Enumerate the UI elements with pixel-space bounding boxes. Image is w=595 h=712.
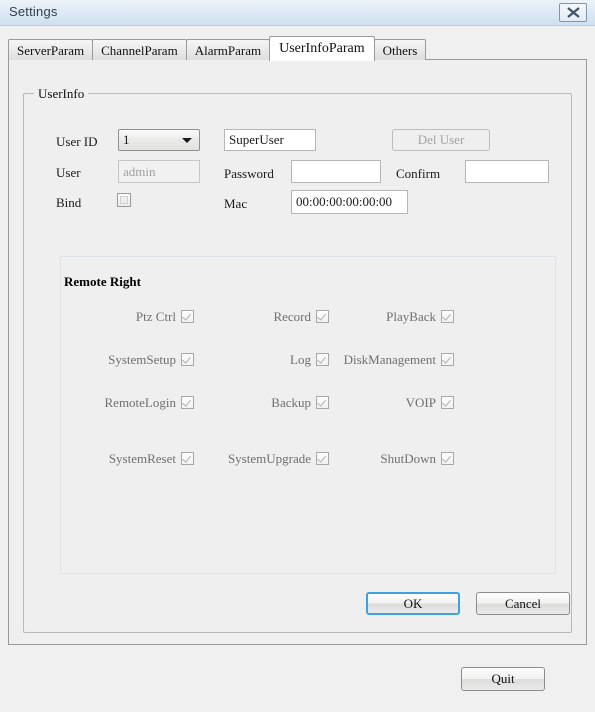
right-shutdown[interactable]: ShutDown: [344, 451, 454, 466]
right-diskmanagement-checkbox[interactable]: [441, 353, 454, 366]
user-label: User: [56, 165, 81, 180]
right-systemsetup-checkbox[interactable]: [181, 353, 194, 366]
group-name-field[interactable]: SuperUser: [224, 129, 316, 151]
right-systemupgrade-checkbox[interactable]: [316, 452, 329, 465]
right-record[interactable]: Record: [219, 309, 329, 324]
window-titlebar: Settings: [0, 0, 595, 26]
right-remotelogin-checkbox[interactable]: [181, 396, 194, 409]
quit-button[interactable]: Quit: [461, 667, 545, 691]
user-id-label: User ID: [56, 134, 98, 149]
right-backup-label: Backup: [271, 394, 311, 410]
right-ptz-ctrl-label: Ptz Ctrl: [135, 308, 176, 324]
right-ptz-ctrl[interactable]: Ptz Ctrl: [84, 309, 194, 324]
right-systemupgrade[interactable]: SystemUpgrade: [202, 451, 329, 466]
tab-serverparam[interactable]: ServerParam: [8, 39, 94, 60]
right-playback-label: PlayBack: [386, 308, 436, 324]
del-user-button[interactable]: Del User: [392, 129, 490, 151]
footer-bar: Quit: [0, 645, 595, 712]
settings-tabwidget: ServerParam ChannelParam AlarmParam User…: [8, 36, 587, 645]
right-systemupgrade-label: SystemUpgrade: [227, 450, 311, 466]
right-systemreset-checkbox[interactable]: [181, 452, 194, 465]
user-id-value: 1: [123, 132, 130, 147]
right-backup[interactable]: Backup: [219, 395, 329, 410]
right-systemsetup-label: SystemSetup: [108, 351, 176, 367]
window-title: Settings: [9, 4, 58, 19]
chevron-down-icon: [182, 138, 192, 143]
bind-label: Bind: [56, 195, 82, 210]
tab-others[interactable]: Others: [373, 39, 427, 60]
user-field: admin: [118, 160, 200, 183]
ok-button[interactable]: OK: [366, 592, 460, 615]
confirm-label: Confirm: [396, 166, 441, 181]
tab-userinfoparam[interactable]: UserInfoParam: [269, 36, 375, 61]
right-log-label: Log: [290, 351, 311, 367]
close-icon: [566, 7, 580, 18]
right-record-checkbox[interactable]: [316, 310, 329, 323]
right-diskmanagement-label: DiskManagement: [343, 351, 436, 367]
right-playback[interactable]: PlayBack: [344, 309, 454, 324]
right-voip-checkbox[interactable]: [441, 396, 454, 409]
userinfo-group-title: UserInfo: [34, 86, 89, 102]
right-systemreset-label: SystemReset: [108, 450, 176, 466]
cancel-button[interactable]: Cancel: [476, 592, 570, 615]
right-diskmanagement[interactable]: DiskManagement: [312, 352, 454, 367]
tab-alarmparam[interactable]: AlarmParam: [185, 39, 271, 60]
right-playback-checkbox[interactable]: [441, 310, 454, 323]
remote-right-panel: [60, 256, 556, 574]
remote-right-title: Remote Right: [64, 274, 141, 289]
bind-checkbox[interactable]: [117, 193, 131, 207]
right-ptz-ctrl-checkbox[interactable]: [181, 310, 194, 323]
tab-bar: ServerParam ChannelParam AlarmParam User…: [8, 36, 427, 61]
close-button[interactable]: [559, 3, 587, 22]
right-record-label: Record: [273, 308, 311, 324]
right-voip[interactable]: VOIP: [344, 395, 454, 410]
password-field[interactable]: [291, 160, 381, 183]
tab-channelparam[interactable]: ChannelParam: [92, 39, 187, 60]
right-shutdown-label: ShutDown: [380, 450, 436, 466]
right-shutdown-checkbox[interactable]: [441, 452, 454, 465]
right-remotelogin[interactable]: RemoteLogin: [84, 395, 194, 410]
right-systemreset[interactable]: SystemReset: [84, 451, 194, 466]
mac-label: Mac: [224, 196, 248, 211]
confirm-field[interactable]: [465, 160, 549, 183]
right-systemsetup[interactable]: SystemSetup: [84, 352, 194, 367]
right-voip-label: VOIP: [405, 394, 436, 410]
userinfoparam-panel: UserInfo User ID 1 SuperUser Del User Us…: [8, 59, 587, 645]
right-remotelogin-label: RemoteLogin: [104, 394, 177, 410]
mac-field[interactable]: 00:00:00:00:00:00: [291, 190, 408, 214]
right-backup-checkbox[interactable]: [316, 396, 329, 409]
userinfo-groupbox: UserInfo User ID 1 SuperUser Del User Us…: [23, 86, 572, 633]
password-label: Password: [224, 166, 274, 181]
user-id-select[interactable]: 1: [118, 129, 200, 151]
